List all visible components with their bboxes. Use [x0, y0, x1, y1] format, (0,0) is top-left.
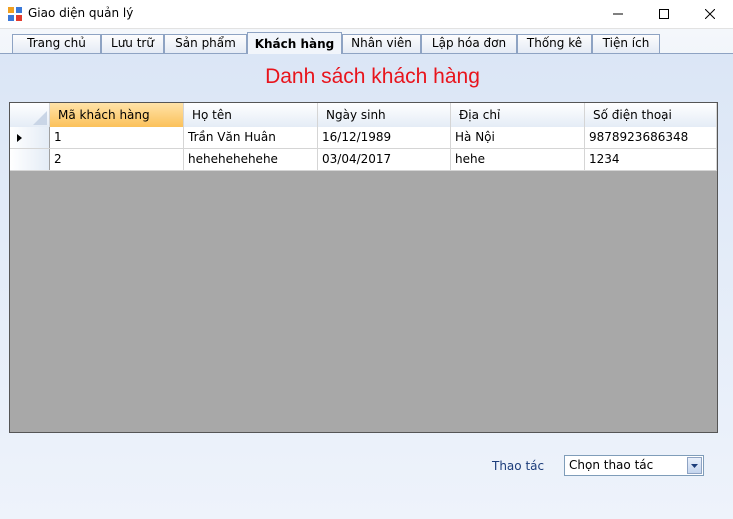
window-title: Giao diện quản lý [28, 6, 134, 20]
cell-ma-khach-hang[interactable]: 2 [50, 149, 184, 170]
tab-nhan-vien[interactable]: Nhân viên [342, 34, 421, 53]
minimize-icon [613, 13, 623, 15]
title-bar: Giao diện quản lý [0, 0, 733, 29]
close-button[interactable] [687, 0, 733, 28]
chevron-down-icon [691, 464, 698, 468]
cell-so-dien-thoai[interactable]: 9878923686348 [585, 127, 717, 148]
maximize-button[interactable] [641, 0, 687, 28]
tab-tien-ich[interactable]: Tiện ích [592, 34, 660, 53]
cell-so-dien-thoai[interactable]: 1234 [585, 149, 717, 170]
table-row[interactable]: 1 Trần Văn Huân 16/12/1989 Hà Nội 987892… [10, 127, 717, 149]
tab-thong-ke[interactable]: Thống kê [517, 34, 592, 53]
cell-ho-ten[interactable]: Trần Văn Huân [184, 127, 318, 148]
action-select-dropdown-button[interactable] [687, 457, 702, 474]
grid-corner-header[interactable] [10, 103, 50, 127]
action-select[interactable]: Chọn thao tác [564, 455, 704, 476]
close-icon [705, 9, 715, 19]
action-select-value: Chọn thao tác [569, 458, 654, 472]
action-label: Thao tác [492, 459, 545, 473]
grid-header-row: Mã khách hàng Họ tên Ngày sinh Địa chỉ S… [10, 103, 717, 128]
cell-dia-chi[interactable]: Hà Nội [451, 127, 585, 148]
tab-san-pham[interactable]: Sản phẩm [164, 34, 247, 53]
tab-luu-tru[interactable]: Lưu trữ [101, 34, 164, 53]
table-row[interactable]: 2 hehehehehehe 03/04/2017 hehe 1234 [10, 149, 717, 171]
tab-khach-hang[interactable]: Khách hàng [247, 32, 342, 54]
column-header-so-dien-thoai[interactable]: Số điện thoại [585, 103, 717, 127]
maximize-icon [659, 9, 669, 19]
column-header-ngay-sinh[interactable]: Ngày sinh [318, 103, 451, 127]
column-header-ma-khach-hang[interactable]: Mã khách hàng [50, 103, 184, 127]
column-header-dia-chi[interactable]: Địa chỉ [451, 103, 585, 127]
cell-ho-ten[interactable]: hehehehehehe [184, 149, 318, 170]
cell-dia-chi[interactable]: hehe [451, 149, 585, 170]
app-icon [8, 7, 22, 21]
column-header-ho-ten[interactable]: Họ tên [184, 103, 318, 127]
tab-lap-hoa-don[interactable]: Lập hóa đơn [421, 34, 517, 53]
cell-ma-khach-hang[interactable]: 1 [50, 127, 184, 148]
cell-ngay-sinh[interactable]: 16/12/1989 [318, 127, 451, 148]
row-header[interactable] [10, 127, 50, 148]
tab-trang-chu[interactable]: Trang chủ [12, 34, 101, 53]
row-header[interactable] [10, 149, 50, 170]
minimize-button[interactable] [595, 0, 641, 28]
select-all-icon [33, 111, 47, 125]
customer-grid[interactable]: Mã khách hàng Họ tên Ngày sinh Địa chỉ S… [9, 102, 718, 433]
page-title: Danh sách khách hàng [265, 65, 480, 88]
tab-strip: Trang chủ Lưu trữ Sản phẩm Khách hàng Nh… [0, 32, 733, 54]
cell-ngay-sinh[interactable]: 03/04/2017 [318, 149, 451, 170]
row-pointer-icon [17, 134, 22, 142]
